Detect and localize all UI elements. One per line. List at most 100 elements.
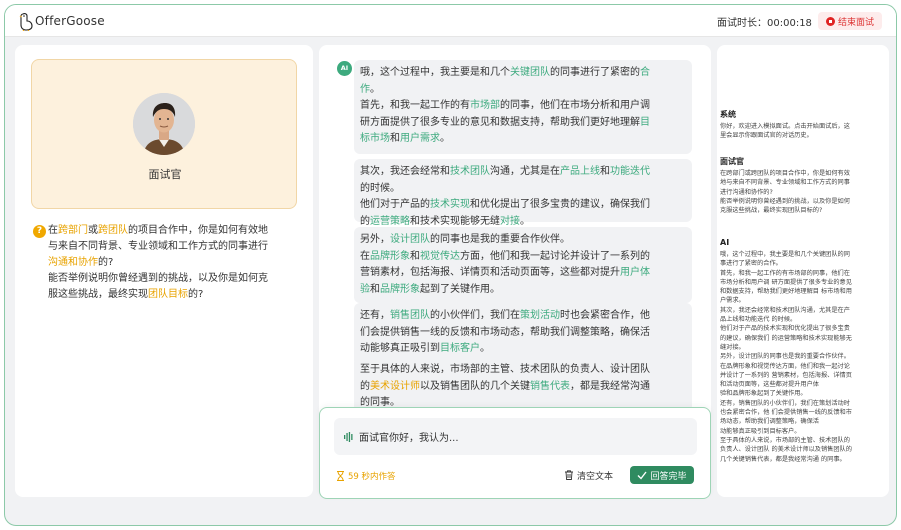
highlighted-keyword: 品牌形象 (380, 283, 420, 295)
interviewer-label: 面试官 (148, 168, 182, 181)
text-segment: 的 (360, 215, 370, 227)
text-segment: 的同事，他们在市场分析和用户调 (500, 100, 650, 111)
text-segment: 们会提供销售一线的反馈和市场动态，帮助我们调整策略，确保活 (360, 326, 650, 338)
highlighted-keyword: 策划活动 (520, 310, 560, 321)
question-line: 能否举例说明你曾经遇到的挑战，以及你是如何克 (48, 273, 268, 284)
text-segment: 方面，他们和我一起讨论并设计了一系列的 (460, 250, 650, 262)
message-line: 作。 (360, 82, 686, 99)
interview-timer: 面试时长：00:00:18 (717, 14, 812, 29)
interviewer-avatar (133, 93, 195, 155)
highlighted-keyword: 对接 (500, 215, 520, 227)
app-window: OfferGoose 面试时长：00:00:18 结束面试 面试官 ? 在跨部门… (4, 4, 897, 526)
message-line: 还有，销售团队的小伙伴们，我们在策划活动时也会紧密合作，他 (360, 308, 686, 325)
history-line: 地与来自不同背景、专业领域和工作方式的同事 (720, 179, 850, 187)
history-line: 在跨部门或跨团队的项目合作中，你是如何有效 (720, 170, 850, 177)
text-segment: 在 (360, 250, 370, 262)
text-segment: 和 (370, 283, 380, 295)
highlighted-keyword: 美术设计师 (370, 380, 420, 392)
highlighted-keyword: 目 (640, 116, 650, 128)
question-line: 服这些挑战，最终实现团队目标的? (48, 289, 203, 300)
highlighted-keyword: 作 (360, 83, 370, 95)
text-segment: 和 (600, 166, 610, 177)
question-text: 在跨部门或跨团队的项目合作中，你是如何有效地 与来自不同背景、专业领域和工作方式的… (48, 223, 301, 303)
message-line: 营销素材，包括海报、详情页和活动页面等，这些都对提升用户体 (360, 265, 686, 282)
end-interview-label: 结束面试 (837, 17, 874, 28)
text-segment: 的? (188, 289, 204, 300)
highlighted-keyword: 技术团队 (450, 166, 490, 177)
highlighted-keyword: 沟通和协作 (48, 257, 98, 268)
highlighted-keyword: 合 (640, 67, 650, 78)
answer-done-button[interactable]: 回答完毕 (630, 466, 694, 484)
history-line: 品上线和功能迭代 的时候。 (720, 316, 797, 324)
history-line: 另外，设计团队的同事也是我的重要合作伙伴。 (720, 353, 850, 361)
highlighted-keyword: 用户需求 (400, 133, 440, 144)
history-line: 和数据支持，帮助我们更好地理解目 标市场和用 (720, 288, 852, 296)
message-line: 动能够真正吸引到目标客户。 (360, 341, 686, 358)
clear-text-button[interactable]: 清空文本 (564, 468, 613, 482)
ai-message: 其次，我还会经常和技术团队沟通，尤其是在产品上线和功能迭代 的时候。 他们对于产品的… (354, 159, 692, 227)
answer-input[interactable]: 面试官你好，我认为... (334, 418, 697, 455)
text-segment: 服这些挑战，最终实现 (48, 289, 148, 300)
text-segment: 。 (480, 343, 490, 354)
interview-question: ? 在跨部门或跨团队的项目合作中，你是如何有效地 与来自不同背景、专业领域和工作方… (33, 223, 301, 303)
highlighted-keyword: 设计团队 (390, 234, 430, 245)
end-interview-button[interactable]: 结束面试 (818, 12, 882, 30)
message-line: 的时候。 (360, 181, 686, 198)
text-segment: 或 (88, 225, 98, 236)
history-line: 和活动页面等，这些都对提升用户体 (720, 381, 819, 389)
text-segment: 的小伙伴们，我们在 (430, 310, 520, 321)
history-line: 哦，这个过程中，我主要是和几个关键团队的同 (720, 251, 850, 258)
history-line: 进行沟通和协作的? (720, 188, 773, 196)
logo: OfferGoose (19, 11, 105, 31)
history-panel[interactable]: 系统 你好，欢迎进入模拟面试。点击开始面试后，这 里会显示你跟面试官的对话历史。 面… (717, 45, 889, 497)
history-line: 户需求。 (720, 297, 745, 305)
history-section-system: 系统 你好，欢迎进入模拟面试。点击开始面试后，这 里会显示你跟面试官的对话历史。 (720, 109, 888, 141)
history-section-title: 面试官 (720, 157, 744, 166)
check-icon (637, 471, 648, 480)
history-line: 在品牌形象和视觉传达方面，他们和我一起讨论 (720, 362, 850, 370)
highlighted-keyword: 品牌形象 (370, 250, 410, 262)
message-line: 另外，设计团队的同事也是我的重要合作伙伴。 (360, 232, 686, 249)
ai-message: 另外，设计团队的同事也是我的重要合作伙伴。 在品牌形象和视觉传达方面，他们和我一起… (354, 227, 692, 303)
top-bar: OfferGoose 面试时长：00:00:18 结束面试 (5, 5, 896, 37)
trash-icon (565, 470, 573, 480)
text-segment: 和优化提出了很多宝贵的建议，确保我们 (470, 199, 650, 210)
text-segment: 的同事也是我的重要合作伙伴。 (430, 234, 570, 245)
history-line: 事进行了紧密的合作。 (720, 260, 782, 268)
text-segment: 的项目合作中，你是如何有效地 (128, 225, 268, 236)
text-segment: 。 (440, 133, 450, 144)
highlighted-keyword: 销售代表 (530, 380, 570, 392)
voice-wave-icon (344, 431, 353, 442)
text-segment: 沟通，尤其是在 (490, 166, 560, 177)
text-segment: 时也会紧密合作，他 (560, 310, 650, 321)
text-segment: 其次，我还会经常和 (360, 166, 450, 177)
timer-label: 面试时长： (717, 18, 767, 29)
text-segment: 还有， (360, 310, 390, 321)
highlighted-keyword: 视觉传达 (420, 250, 460, 262)
answer-countdown: 59 秒内作答 (336, 470, 396, 482)
message-line: 研方面提供了很多专业的意见和数据支持，帮助我们更好地理解目 (360, 115, 686, 132)
history-section-title: 系统 (720, 110, 736, 119)
ai-message: 哦，这个过程中，我主要是和几个关键团队的同事进行了紧密的合 作。 首先，和我一起工作… (354, 60, 692, 154)
interviewer-panel: 面试官 ? 在跨部门或跨团队的项目合作中，你是如何有效地 与来自不同背景、专业领域… (15, 45, 313, 497)
message-line: 其次，我还会经常和技术团队沟通，尤其是在产品上线和功能迭代 (360, 164, 686, 181)
highlighted-keyword: 功能迭代 (610, 166, 650, 177)
highlighted-keyword: 跨部门 (58, 225, 88, 236)
text-segment: 另外， (360, 234, 390, 245)
highlighted-keyword: 跨团队 (98, 225, 128, 236)
text-segment: 起到了关键作用。 (420, 283, 500, 295)
history-line: 市场分析和用户调 研方面提供了很多专业的意见 (720, 278, 852, 286)
timer-value: 00:00:18 (767, 18, 812, 29)
highlighted-keyword: 标市场 (360, 133, 390, 144)
hourglass-icon (337, 471, 344, 481)
text-segment: 和技术实现能够无缝 (410, 215, 500, 227)
highlighted-keyword: 团队目标 (148, 289, 188, 300)
text-segment: 。 (370, 83, 380, 95)
history-line: 的建议，确保我们 的运营策略和技术实现能够无 (720, 334, 852, 342)
ai-avatar-icon: AI (337, 61, 352, 76)
question-line: 与来自不同背景、专业领域和工作方式的同事进行 (48, 241, 268, 252)
history-line: 几个关键销售代表，都是我经常沟通 的同事。 (720, 455, 846, 463)
history-line: 验和品牌形象起到了关键作用。 (720, 390, 807, 398)
history-line: 他们对于产品的技术实现和优化提出了很多宝贵 (720, 325, 850, 333)
text-segment: 他们对于产品的 (360, 199, 430, 210)
